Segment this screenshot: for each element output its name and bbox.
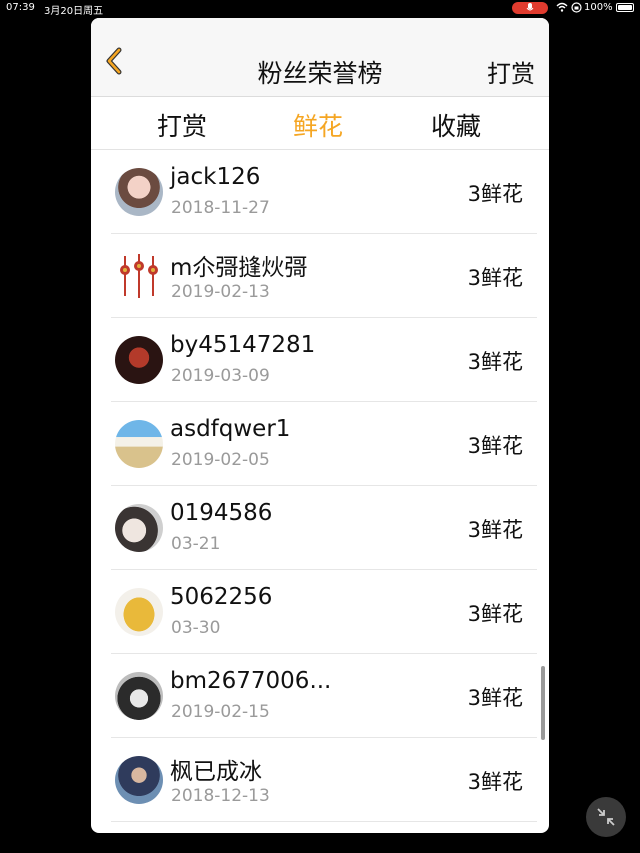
- list-item[interactable]: by45147281 2019-03-09 3鲜花: [91, 318, 549, 402]
- avatar: [115, 252, 163, 300]
- fan-date: 2019-02-15: [171, 702, 270, 722]
- flower-count: 3鲜花: [467, 266, 523, 290]
- avatar: [115, 756, 163, 804]
- list-item[interactable]: asdfqwer1 2019-02-05 3鲜花: [91, 402, 549, 486]
- nav-bar: 粉丝荣誉榜 打赏: [91, 18, 549, 97]
- avatar: [115, 588, 163, 636]
- flower-count: 3鲜花: [467, 434, 523, 458]
- tab-reward[interactable]: 打赏: [137, 107, 227, 143]
- status-time: 07:39: [6, 2, 35, 13]
- fan-name: jack126: [170, 164, 261, 190]
- fan-date: 03-30: [171, 618, 221, 638]
- status-bar: 07:39 3月20日周五 100%: [0, 0, 640, 17]
- collapse-button[interactable]: [586, 797, 626, 837]
- tab-bar: 打赏 鲜花 收藏: [91, 97, 549, 150]
- battery-percent: 100%: [584, 2, 613, 13]
- rotation-lock-icon: [571, 2, 582, 16]
- list-item[interactable]: m尒彁摓炏彁 2019-02-13 3鲜花: [91, 234, 549, 318]
- fan-date: 2018-11-27: [171, 198, 270, 218]
- reward-button[interactable]: 打赏: [487, 54, 535, 89]
- avatar: [115, 504, 163, 552]
- flower-count: 3鲜花: [467, 686, 523, 710]
- fan-list[interactable]: jack126 2018-11-27 3鲜花 m尒彁摓炏彁 2019-02-13…: [91, 150, 549, 833]
- fan-name: bm2677006...: [170, 668, 332, 694]
- battery-icon: [616, 3, 634, 12]
- fan-date: 2019-02-13: [171, 282, 270, 302]
- mic-icon: [512, 2, 548, 14]
- flower-count: 3鲜花: [467, 350, 523, 374]
- list-item[interactable]: 0194586 03-21 3鲜花: [91, 486, 549, 570]
- page-title: 粉丝荣誉榜: [257, 59, 383, 88]
- fan-name: by45147281: [170, 332, 316, 358]
- fan-name: 5062256: [170, 584, 273, 610]
- fan-name: 0194586: [170, 500, 273, 526]
- flower-count: 3鲜花: [467, 518, 523, 542]
- list-item[interactable]: bm2677006... 2019-02-15 3鲜花: [91, 654, 549, 738]
- scrollbar[interactable]: [541, 666, 545, 740]
- flower-count: 3鲜花: [467, 602, 523, 626]
- fan-date: 2019-03-09: [171, 366, 270, 386]
- flower-count: 3鲜花: [467, 770, 523, 794]
- fan-honor-panel: 粉丝荣誉榜 打赏 打赏 鲜花 收藏 jack126 2018-11-27 3鲜花: [91, 18, 549, 833]
- list-item[interactable]: 5062256 03-30 3鲜花: [91, 570, 549, 654]
- flower-count: 3鲜花: [467, 182, 523, 206]
- avatar: [115, 336, 163, 384]
- status-date: 3月20日周五: [44, 6, 104, 17]
- fan-name: 枫已成冰: [170, 759, 262, 785]
- avatar: [115, 672, 163, 720]
- tab-flowers[interactable]: 鲜花: [273, 107, 363, 143]
- divider: [111, 821, 537, 822]
- fan-date: 2018-12-13: [171, 786, 270, 806]
- fan-name: m尒彁摓炏彁: [170, 255, 308, 281]
- tab-favorites[interactable]: 收藏: [411, 107, 501, 143]
- fan-name: asdfqwer1: [170, 416, 291, 442]
- fan-date: 03-21: [171, 534, 221, 554]
- list-item[interactable]: jack126 2018-11-27 3鲜花: [91, 150, 549, 234]
- list-item[interactable]: 枫已成冰 2018-12-13 3鲜花: [91, 738, 549, 822]
- wifi-icon: [556, 2, 568, 15]
- avatar: [115, 420, 163, 468]
- collapse-icon: [597, 808, 615, 826]
- fan-date: 2019-02-05: [171, 450, 270, 470]
- avatar: [115, 168, 163, 216]
